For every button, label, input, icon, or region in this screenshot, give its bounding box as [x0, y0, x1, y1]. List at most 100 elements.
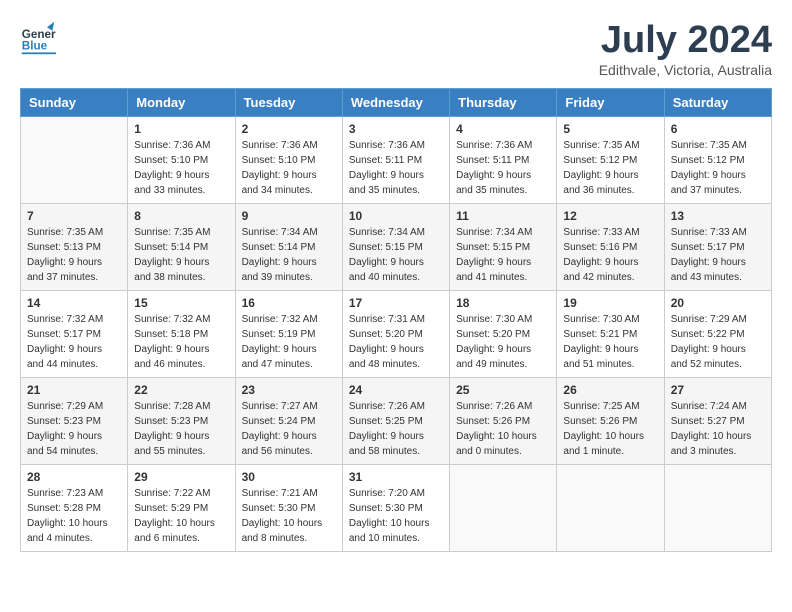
day-info: Sunrise: 7:20 AM Sunset: 5:30 PM Dayligh… — [349, 486, 443, 546]
day-info: Sunrise: 7:36 AM Sunset: 5:11 PM Dayligh… — [456, 138, 550, 198]
day-number: 2 — [242, 122, 336, 136]
week-row-1: 1 Sunrise: 7:36 AM Sunset: 5:10 PM Daylig… — [21, 116, 772, 203]
day-info: Sunrise: 7:28 AM Sunset: 5:23 PM Dayligh… — [134, 399, 228, 459]
day-cell: 19 Sunrise: 7:30 AM Sunset: 5:21 PM Dayli… — [557, 290, 664, 377]
day-info: Sunrise: 7:32 AM Sunset: 5:19 PM Dayligh… — [242, 312, 336, 372]
day-info: Sunrise: 7:26 AM Sunset: 5:25 PM Dayligh… — [349, 399, 443, 459]
day-cell: 23 Sunrise: 7:27 AM Sunset: 5:24 PM Dayli… — [235, 377, 342, 464]
day-number: 12 — [563, 209, 657, 223]
day-cell: 12 Sunrise: 7:33 AM Sunset: 5:16 PM Dayli… — [557, 203, 664, 290]
day-cell: 9 Sunrise: 7:34 AM Sunset: 5:14 PM Daylig… — [235, 203, 342, 290]
day-info: Sunrise: 7:25 AM Sunset: 5:26 PM Dayligh… — [563, 399, 657, 459]
day-info: Sunrise: 7:34 AM Sunset: 5:15 PM Dayligh… — [456, 225, 550, 285]
day-cell: 17Sunrise: 7:31 AM Sunset: 5:20 PM Dayli… — [342, 290, 449, 377]
day-number: 13 — [671, 209, 765, 223]
day-cell: 18 Sunrise: 7:30 AM Sunset: 5:20 PM Dayli… — [450, 290, 557, 377]
day-number: 19 — [563, 296, 657, 310]
day-info: Sunrise: 7:35 AM Sunset: 5:14 PM Dayligh… — [134, 225, 228, 285]
header-cell-monday: Monday — [128, 88, 235, 116]
header-cell-sunday: Sunday — [21, 88, 128, 116]
day-number: 30 — [242, 470, 336, 484]
day-cell: 2 Sunrise: 7:36 AM Sunset: 5:10 PM Daylig… — [235, 116, 342, 203]
day-info: Sunrise: 7:27 AM Sunset: 5:24 PM Dayligh… — [242, 399, 336, 459]
day-number: 28 — [27, 470, 121, 484]
day-info: Sunrise: 7:30 AM Sunset: 5:20 PM Dayligh… — [456, 312, 550, 372]
day-number: 7 — [27, 209, 121, 223]
day-number: 10 — [349, 209, 443, 223]
day-cell: 11Sunrise: 7:34 AM Sunset: 5:15 PM Dayli… — [450, 203, 557, 290]
day-info: Sunrise: 7:26 AM Sunset: 5:26 PM Dayligh… — [456, 399, 550, 459]
day-info: Sunrise: 7:22 AM Sunset: 5:29 PM Dayligh… — [134, 486, 228, 546]
day-number: 18 — [456, 296, 550, 310]
week-row-3: 14Sunrise: 7:32 AM Sunset: 5:17 PM Dayli… — [21, 290, 772, 377]
day-number: 3 — [349, 122, 443, 136]
day-cell: 3 Sunrise: 7:36 AM Sunset: 5:11 PM Daylig… — [342, 116, 449, 203]
day-number: 29 — [134, 470, 228, 484]
location: Edithvale, Victoria, Australia — [599, 62, 772, 78]
header-row: SundayMondayTuesdayWednesdayThursdayFrid… — [21, 88, 772, 116]
day-number: 15 — [134, 296, 228, 310]
day-cell: 26 Sunrise: 7:25 AM Sunset: 5:26 PM Dayli… — [557, 377, 664, 464]
day-info: Sunrise: 7:23 AM Sunset: 5:28 PM Dayligh… — [27, 486, 121, 546]
day-info: Sunrise: 7:32 AM Sunset: 5:17 PM Dayligh… — [27, 312, 121, 372]
day-cell: 28 Sunrise: 7:23 AM Sunset: 5:28 PM Dayli… — [21, 464, 128, 551]
day-cell: 15 Sunrise: 7:32 AM Sunset: 5:18 PM Dayli… — [128, 290, 235, 377]
day-number: 20 — [671, 296, 765, 310]
page-header: General Blue July 2024 Edithvale, Victor… — [20, 20, 772, 78]
day-number: 27 — [671, 383, 765, 397]
day-cell: 14Sunrise: 7:32 AM Sunset: 5:17 PM Dayli… — [21, 290, 128, 377]
day-info: Sunrise: 7:32 AM Sunset: 5:18 PM Dayligh… — [134, 312, 228, 372]
day-cell: 6Sunrise: 7:35 AM Sunset: 5:12 PM Daylig… — [664, 116, 771, 203]
day-number: 4 — [456, 122, 550, 136]
header-cell-wednesday: Wednesday — [342, 88, 449, 116]
day-cell: 24 Sunrise: 7:26 AM Sunset: 5:25 PM Dayli… — [342, 377, 449, 464]
header-cell-saturday: Saturday — [664, 88, 771, 116]
day-number: 9 — [242, 209, 336, 223]
day-info: Sunrise: 7:29 AM Sunset: 5:22 PM Dayligh… — [671, 312, 765, 372]
day-info: Sunrise: 7:34 AM Sunset: 5:15 PM Dayligh… — [349, 225, 443, 285]
day-cell: 29 Sunrise: 7:22 AM Sunset: 5:29 PM Dayli… — [128, 464, 235, 551]
day-cell: 5 Sunrise: 7:35 AM Sunset: 5:12 PM Daylig… — [557, 116, 664, 203]
day-cell: 30Sunrise: 7:21 AM Sunset: 5:30 PM Dayli… — [235, 464, 342, 551]
day-info: Sunrise: 7:34 AM Sunset: 5:14 PM Dayligh… — [242, 225, 336, 285]
day-info: Sunrise: 7:36 AM Sunset: 5:10 PM Dayligh… — [134, 138, 228, 198]
day-cell: 16 Sunrise: 7:32 AM Sunset: 5:19 PM Dayli… — [235, 290, 342, 377]
day-number: 21 — [27, 383, 121, 397]
month-title: July 2024 — [599, 20, 772, 62]
day-number: 31 — [349, 470, 443, 484]
day-number: 5 — [563, 122, 657, 136]
day-cell: 13 Sunrise: 7:33 AM Sunset: 5:17 PM Dayli… — [664, 203, 771, 290]
header-cell-thursday: Thursday — [450, 88, 557, 116]
title-area: July 2024 Edithvale, Victoria, Australia — [599, 20, 772, 78]
day-number: 25 — [456, 383, 550, 397]
day-info: Sunrise: 7:36 AM Sunset: 5:10 PM Dayligh… — [242, 138, 336, 198]
day-info: Sunrise: 7:30 AM Sunset: 5:21 PM Dayligh… — [563, 312, 657, 372]
day-cell: 20 Sunrise: 7:29 AM Sunset: 5:22 PM Dayli… — [664, 290, 771, 377]
week-row-4: 21 Sunrise: 7:29 AM Sunset: 5:23 PM Dayli… — [21, 377, 772, 464]
day-cell — [664, 464, 771, 551]
day-info: Sunrise: 7:29 AM Sunset: 5:23 PM Dayligh… — [27, 399, 121, 459]
header-cell-tuesday: Tuesday — [235, 88, 342, 116]
day-cell — [450, 464, 557, 551]
day-number: 17 — [349, 296, 443, 310]
svg-text:Blue: Blue — [22, 40, 48, 53]
day-number: 26 — [563, 383, 657, 397]
day-info: Sunrise: 7:35 AM Sunset: 5:12 PM Dayligh… — [563, 138, 657, 198]
day-info: Sunrise: 7:33 AM Sunset: 5:17 PM Dayligh… — [671, 225, 765, 285]
day-cell: 7Sunrise: 7:35 AM Sunset: 5:13 PM Daylig… — [21, 203, 128, 290]
day-number: 16 — [242, 296, 336, 310]
day-cell — [21, 116, 128, 203]
week-row-2: 7Sunrise: 7:35 AM Sunset: 5:13 PM Daylig… — [21, 203, 772, 290]
day-number: 23 — [242, 383, 336, 397]
logo-icon: General Blue — [20, 20, 56, 56]
day-info: Sunrise: 7:33 AM Sunset: 5:16 PM Dayligh… — [563, 225, 657, 285]
day-cell: 22 Sunrise: 7:28 AM Sunset: 5:23 PM Dayli… — [128, 377, 235, 464]
day-cell: 4 Sunrise: 7:36 AM Sunset: 5:11 PM Daylig… — [450, 116, 557, 203]
day-cell: 1 Sunrise: 7:36 AM Sunset: 5:10 PM Daylig… — [128, 116, 235, 203]
day-number: 22 — [134, 383, 228, 397]
day-info: Sunrise: 7:36 AM Sunset: 5:11 PM Dayligh… — [349, 138, 443, 198]
day-cell: 31 Sunrise: 7:20 AM Sunset: 5:30 PM Dayli… — [342, 464, 449, 551]
day-cell: 10 Sunrise: 7:34 AM Sunset: 5:15 PM Dayli… — [342, 203, 449, 290]
day-number: 1 — [134, 122, 228, 136]
day-number: 24 — [349, 383, 443, 397]
